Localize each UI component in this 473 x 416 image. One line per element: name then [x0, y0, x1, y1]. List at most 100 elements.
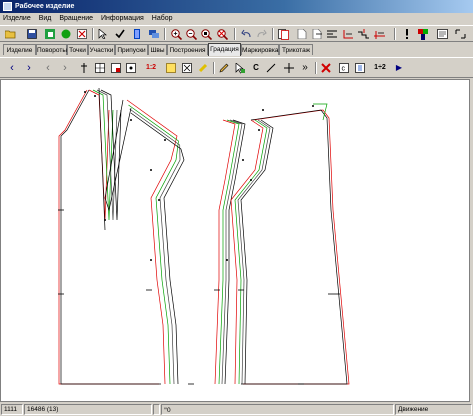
main-toolbar — [0, 25, 473, 42]
color-tool-icon[interactable] — [417, 28, 429, 40]
highlight-icon[interactable] — [197, 62, 209, 74]
zoom-reset-icon[interactable] — [216, 28, 228, 40]
title-bar: Рабочее изделие — [0, 0, 473, 13]
pencil-icon[interactable] — [218, 62, 230, 74]
status-panel-2: 16486 (13) — [24, 404, 152, 415]
size-table-icon[interactable] — [354, 62, 366, 74]
menu-item-info[interactable]: Информация — [98, 13, 147, 25]
status-panel-1: 1111 — [1, 404, 23, 415]
ruler-steps-icon[interactable] — [357, 28, 369, 40]
menu-bar: Изделие Вид Вращение Информация Набор — [0, 13, 473, 25]
green-circle-icon[interactable] — [60, 28, 72, 40]
cross-tool-icon[interactable] — [283, 62, 295, 74]
tab-constructions[interactable]: Построения — [167, 44, 208, 55]
tab-rotations[interactable]: Повороты — [36, 44, 67, 55]
left-panel-base — [60, 89, 161, 385]
nav-last-icon[interactable]: › — [23, 62, 35, 74]
column-blue-icon[interactable] — [131, 28, 143, 40]
page-icon[interactable] — [296, 28, 308, 40]
grading-point-8 — [250, 179, 252, 181]
menu-item-product[interactable]: Изделие — [0, 13, 34, 25]
app-icon — [3, 2, 12, 11]
tab-segments[interactable]: Участки — [88, 44, 115, 55]
zoom-fit-icon[interactable] — [200, 28, 212, 40]
page-red-icon[interactable] — [110, 62, 122, 74]
grading-point-5 — [158, 199, 160, 201]
ratio-label[interactable]: 1÷2 — [372, 62, 388, 74]
grading-point-13 — [226, 259, 228, 261]
armhole-left-3 — [130, 112, 185, 385]
select-pointer-icon[interactable] — [234, 62, 246, 74]
page-x-icon[interactable] — [181, 62, 193, 74]
grading-point-9 — [258, 129, 260, 131]
exclamation-icon[interactable] — [401, 28, 413, 40]
grading-point-6 — [164, 139, 166, 141]
properties-icon[interactable] — [436, 28, 448, 40]
center-left-1 — [234, 119, 268, 385]
grading-point-3 — [130, 119, 132, 121]
menu-item-rotation[interactable]: Вращение — [56, 13, 96, 25]
point-marker-icon[interactable] — [78, 62, 90, 74]
tab-points[interactable]: Точки — [67, 44, 88, 55]
status-bar: 1111 16486 (13) "0 Движение — [0, 403, 473, 416]
menu-item-view[interactable]: Вид — [36, 13, 55, 25]
center-right-0 — [214, 119, 236, 385]
page-copy-icon[interactable] — [311, 28, 323, 40]
copy-green-icon[interactable] — [44, 28, 56, 40]
ruler-icon[interactable] — [342, 28, 354, 40]
scale-label[interactable]: 1:2 — [143, 62, 159, 74]
delete-red-icon[interactable] — [320, 62, 332, 74]
window-title: Рабочее изделие — [15, 3, 75, 10]
grading-point-7 — [242, 159, 244, 161]
status-panel-3 — [153, 404, 160, 415]
grading-point-11 — [312, 105, 314, 107]
status-panel-mode: Движение — [395, 404, 472, 415]
lapel-edge — [98, 87, 106, 231]
ruler-red-icon[interactable] — [373, 28, 385, 40]
zoom-in-icon[interactable] — [170, 28, 182, 40]
grading-point-4 — [150, 169, 152, 171]
shoulder-grade-green — [313, 103, 328, 121]
save-icon[interactable] — [26, 28, 38, 40]
grading-point-1 — [94, 95, 96, 97]
nav-next-icon[interactable]: › — [59, 62, 71, 74]
check-icon[interactable] — [114, 28, 126, 40]
line-tool-icon[interactable] — [265, 62, 277, 74]
redo-icon[interactable] — [255, 28, 267, 40]
align-icon[interactable] — [326, 28, 338, 40]
stack-icon[interactable] — [148, 28, 160, 40]
menu-item-set[interactable]: Набор — [149, 13, 176, 25]
expand-icon[interactable] — [454, 28, 466, 40]
tab-marking[interactable]: Маркировка — [241, 44, 279, 55]
grading-point-0 — [84, 91, 86, 93]
tab-allowances[interactable]: Припуски — [115, 44, 148, 55]
yellow-page-icon[interactable] — [165, 62, 177, 74]
undo-icon[interactable] — [240, 28, 252, 40]
grid-page-icon[interactable] — [94, 62, 106, 74]
zoom-out-icon[interactable] — [185, 28, 197, 40]
grading-point-12 — [150, 259, 152, 261]
nav-first-icon[interactable]: ‹ — [6, 62, 18, 74]
grading-toolbar: ‹ › ‹ › 1:2 C » c 1÷2 ▶ — [0, 57, 473, 78]
forward-icon[interactable]: » — [299, 62, 311, 74]
pages-icon[interactable] — [277, 28, 289, 40]
pointer-icon[interactable] — [97, 28, 109, 40]
page-dots-icon[interactable] — [125, 62, 137, 74]
mode-tabs: Изделие Повороты Точки Участки Припуски … — [0, 43, 473, 56]
armhole-left-0 — [126, 99, 178, 385]
tab-seams[interactable]: Швы — [148, 44, 167, 55]
tab-grading[interactable]: Градация — [208, 43, 241, 56]
c-tool-label[interactable]: C — [250, 62, 262, 74]
nav-prev-icon[interactable]: ‹ — [42, 62, 54, 74]
open-folder-icon[interactable] — [4, 28, 16, 40]
armhole-left-1 — [128, 104, 179, 385]
close-file-icon[interactable] — [76, 28, 88, 40]
tab-knitwear[interactable]: Трикотаж — [279, 44, 313, 55]
copyright-icon[interactable]: c — [338, 62, 350, 74]
svg-text:c: c — [342, 66, 346, 73]
drawing-canvas[interactable] — [0, 79, 470, 402]
status-panel-4: "0 — [161, 404, 394, 415]
grading-point-2 — [104, 219, 106, 221]
tab-product[interactable]: Изделие — [3, 44, 36, 55]
play-icon[interactable]: ▶ — [393, 62, 405, 74]
